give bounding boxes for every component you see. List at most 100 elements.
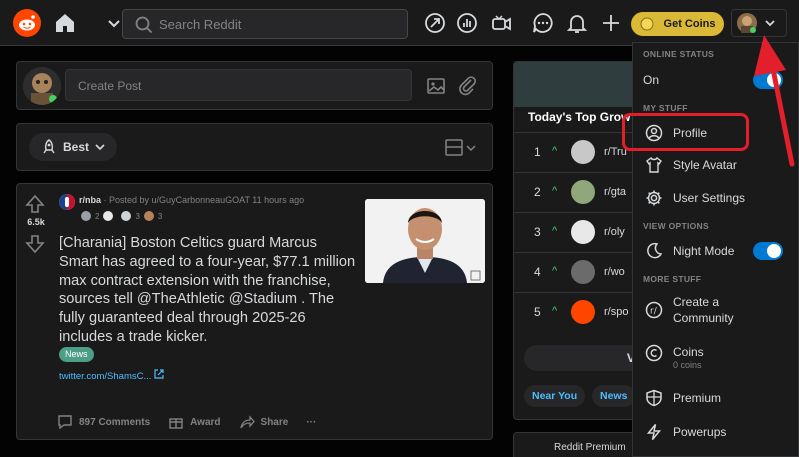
layout-toggle-button[interactable]	[445, 138, 479, 158]
community-icon: r/	[645, 301, 663, 319]
subreddit-icon[interactable]	[59, 194, 75, 210]
post-title[interactable]: [Charania] Boston Celtics guard Marcus S…	[59, 234, 359, 347]
popular-icon[interactable]	[424, 12, 446, 34]
caret-up-icon: ^	[552, 145, 558, 157]
chat-icon[interactable]	[532, 12, 554, 34]
award-count: 2	[95, 211, 100, 221]
section-heading: MY STUFF	[643, 103, 688, 113]
external-link-text: twitter.com/ShamsC...	[59, 371, 152, 382]
shield-icon	[645, 389, 663, 407]
menu-item-label: Premium	[673, 391, 722, 405]
get-coins-label: Get Coins	[663, 18, 716, 30]
night-mode-toggle[interactable]	[753, 242, 783, 260]
menu-item-powerups[interactable]: Powerups	[633, 417, 798, 449]
avatar[interactable]	[23, 67, 61, 105]
coin-icon	[640, 17, 654, 31]
community-name: r/gta	[604, 186, 627, 198]
menu-item-user-settings[interactable]: User Settings	[633, 182, 798, 214]
gift-icon	[169, 418, 183, 429]
create-post-input[interactable]: Create Post	[65, 69, 412, 101]
search-input[interactable]	[159, 14, 399, 34]
notification-bell-icon[interactable]	[566, 12, 588, 34]
menu-item-label-line2: Community	[673, 311, 734, 325]
downvote-arrow-icon[interactable]	[25, 234, 45, 259]
menu-item-label: Create a	[673, 295, 720, 309]
sort-label: Best	[63, 140, 90, 154]
external-link-icon	[154, 369, 164, 379]
community-icon	[571, 260, 595, 284]
rank: 1	[534, 145, 541, 159]
comments-label: 897 Comments	[79, 416, 151, 428]
sort-best-button[interactable]: Best	[29, 133, 117, 161]
section-heading: MORE STUFF	[643, 274, 702, 284]
caret-up-icon: ^	[552, 225, 558, 237]
community-icon	[571, 180, 595, 204]
gear-icon	[645, 189, 663, 207]
share-icon	[239, 415, 255, 429]
menu-item-label: Style Avatar	[673, 158, 737, 172]
community-icon	[571, 220, 595, 244]
premium-card: Reddit Premium	[513, 432, 643, 457]
award-icon	[81, 211, 91, 221]
lightning-icon	[645, 423, 663, 441]
home-icon[interactable]	[53, 11, 77, 35]
vote-count: 6.5k	[27, 217, 45, 227]
award-button[interactable]: Award	[168, 414, 221, 430]
upvote-arrow-icon[interactable]	[25, 194, 45, 219]
award-count: 3	[157, 211, 163, 221]
list-item[interactable]: 2 ^ r/gta	[514, 172, 642, 212]
menu-item-label: Powerups	[673, 425, 727, 439]
list-item[interactable]: 5 ^ r/spo	[514, 292, 642, 332]
get-coins-button[interactable]: Get Coins	[631, 12, 724, 36]
menu-item-coins[interactable]: Coins 0 coins	[633, 339, 798, 377]
shirt-icon	[645, 156, 663, 174]
post-flair[interactable]: News	[59, 347, 94, 362]
person-photo-icon	[365, 199, 485, 283]
menu-item-create-community[interactable]: r/ Create a Community	[633, 291, 798, 331]
widget-title: Today's Top Grow	[528, 110, 631, 124]
post-card[interactable]: 6.5k r/nba · Posted by u/GuyCarbonneauGO…	[16, 183, 493, 440]
community-icon	[571, 300, 595, 324]
search-icon	[135, 16, 153, 39]
post-thumbnail[interactable]	[365, 199, 485, 283]
menu-item-premium[interactable]: Premium	[633, 383, 798, 415]
rank: 4	[534, 265, 541, 279]
post-meta: r/nba · Posted by u/GuyCarbonneauGOAT 11…	[79, 195, 304, 205]
menu-item-label: Coins	[673, 345, 704, 359]
svg-text:r/: r/	[650, 307, 658, 317]
community-name: r/wo	[604, 266, 625, 278]
profile-highlight-outline	[622, 113, 749, 151]
more-options-button[interactable]: ···	[306, 417, 316, 428]
rocket-icon	[43, 139, 55, 154]
view-all-button[interactable]: Vi	[524, 345, 642, 371]
stats-icon[interactable]	[456, 12, 478, 34]
list-item[interactable]: 3 ^ r/oly	[514, 212, 642, 252]
reddit-logo-icon[interactable]	[13, 9, 41, 37]
sort-bar: Best	[16, 123, 493, 171]
chip-news[interactable]: News	[592, 385, 636, 407]
comment-icon	[58, 415, 72, 430]
chip-near-you[interactable]: Near You	[524, 385, 586, 407]
moon-icon	[645, 242, 663, 260]
caret-up-icon: ^	[552, 185, 558, 197]
chevron-down-icon[interactable]	[106, 15, 122, 31]
comments-button[interactable]: 897 Comments	[57, 414, 150, 430]
video-icon[interactable]	[490, 12, 512, 34]
image-upload-icon[interactable]	[425, 75, 447, 97]
menu-item-night-mode[interactable]: Night Mode	[633, 235, 798, 267]
create-plus-icon[interactable]	[600, 12, 622, 34]
subreddit-link[interactable]: r/nba	[79, 195, 101, 205]
share-button[interactable]: Share	[239, 414, 288, 430]
list-item[interactable]: 4 ^ r/wo	[514, 252, 642, 292]
section-heading: ONLINE STATUS	[643, 49, 715, 59]
section-heading: VIEW OPTIONS	[643, 221, 709, 231]
create-post-bar: Create Post	[16, 61, 493, 110]
caret-up-icon: ^	[552, 305, 558, 317]
post-actions: 897 Comments Award Share ···	[57, 414, 316, 430]
banner-image	[514, 62, 642, 107]
external-link[interactable]: twitter.com/ShamsC...	[59, 369, 164, 382]
link-icon[interactable]	[457, 75, 479, 97]
top-header: Get Coins	[0, 0, 799, 46]
awards-row[interactable]: 2 3 3	[81, 211, 162, 221]
award-count: 3	[135, 211, 140, 221]
